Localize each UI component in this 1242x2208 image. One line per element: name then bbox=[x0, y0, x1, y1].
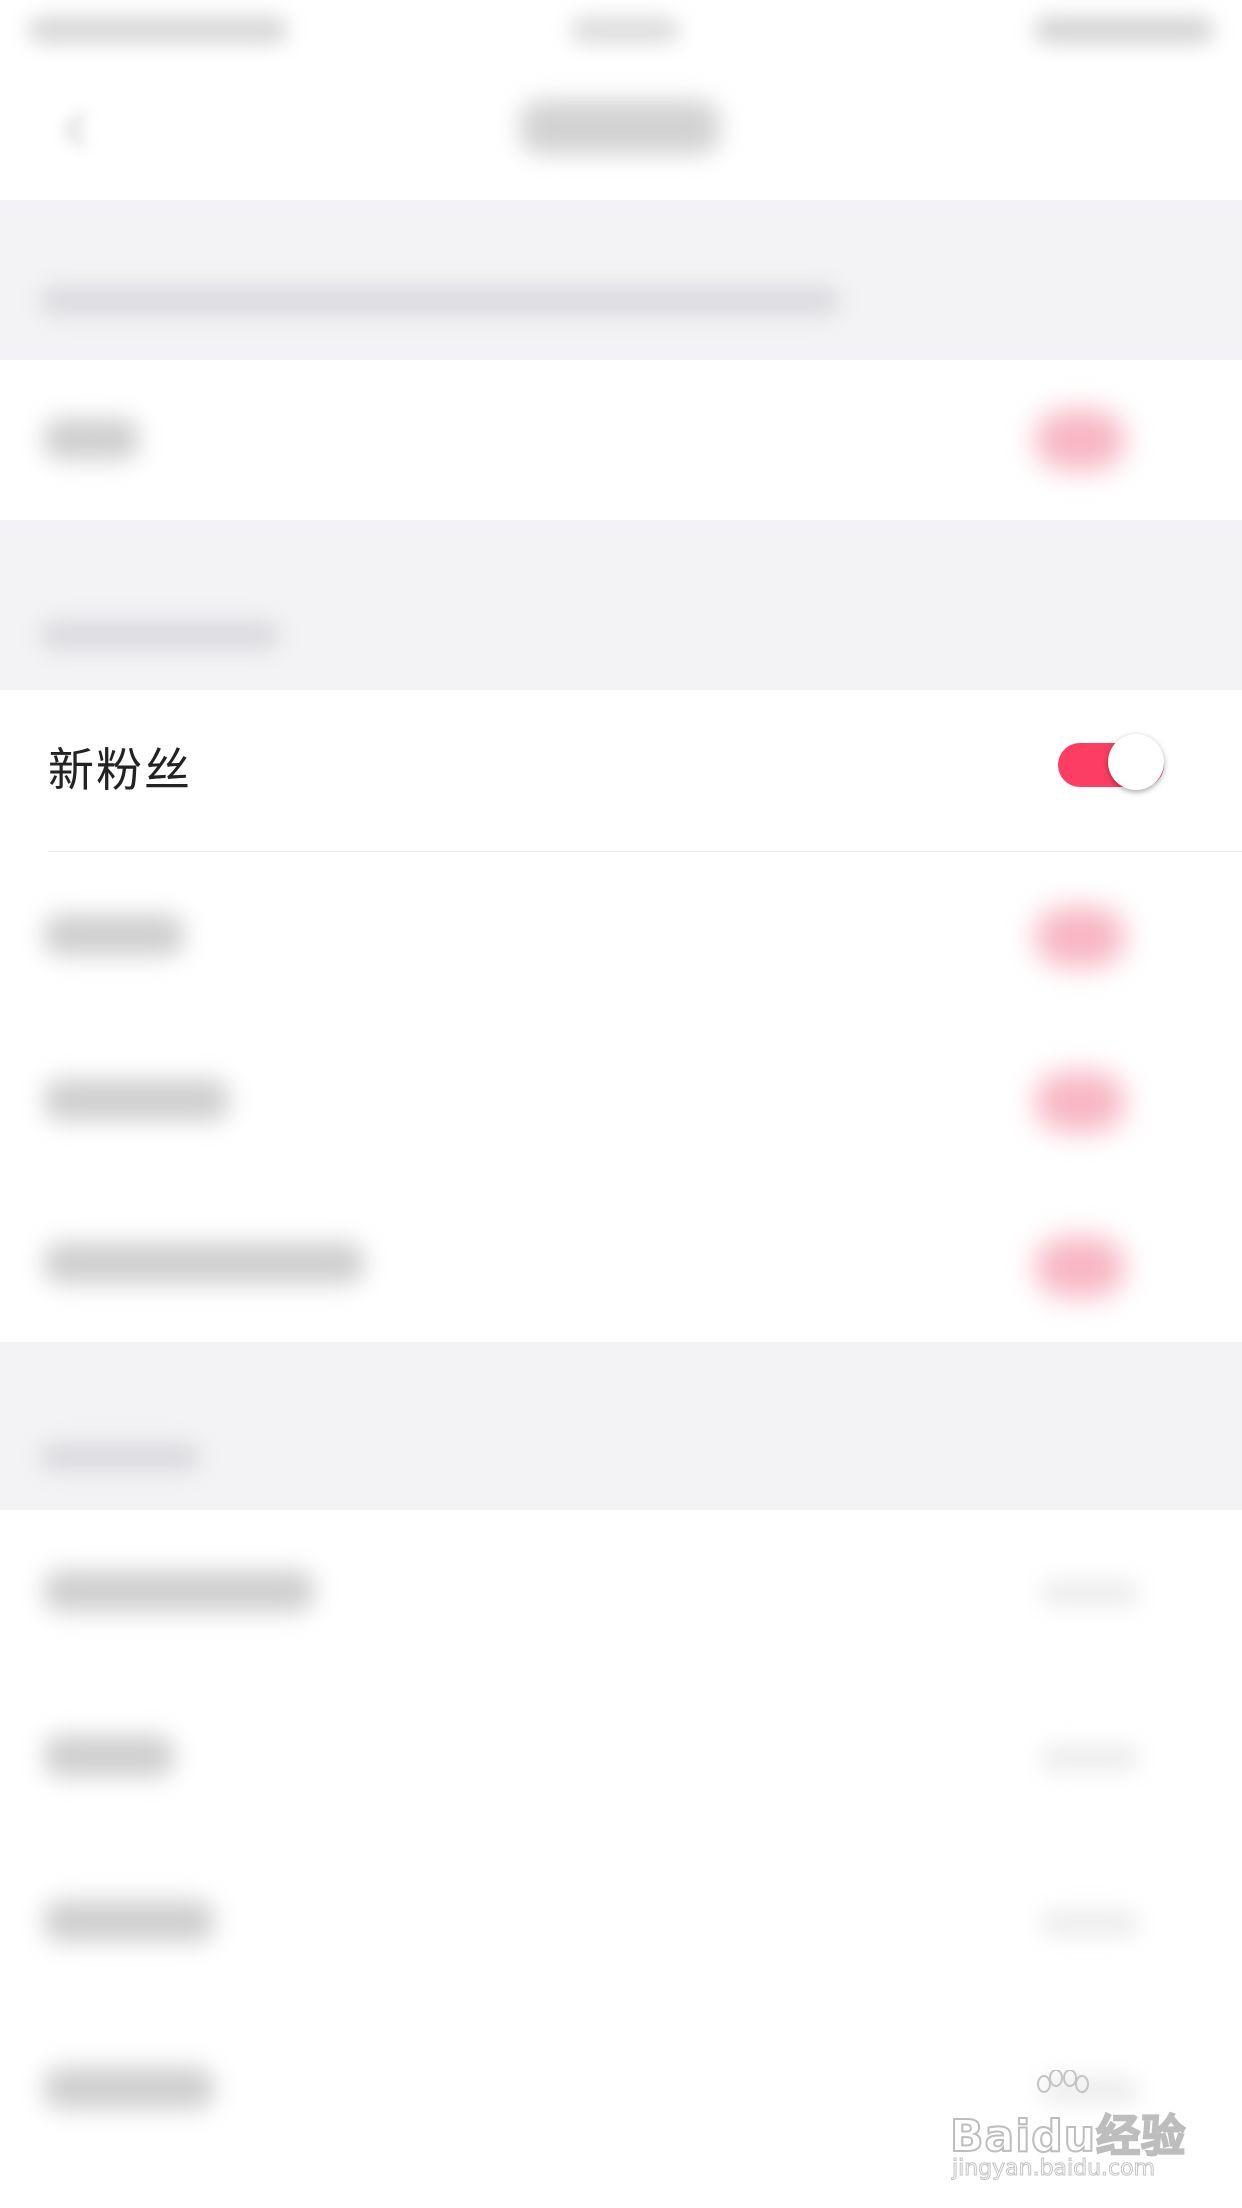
setting-row-label bbox=[44, 1079, 229, 1121]
baidu-jingyan-watermark: Baidu经验 jingyan.baidu.com bbox=[949, 2070, 1200, 2190]
setting-row-label bbox=[44, 418, 139, 460]
setting-row-new-followers[interactable]: 新粉丝 bbox=[0, 690, 1242, 852]
setting-row-label bbox=[44, 2067, 214, 2109]
watermark-logo: Baidu经验 bbox=[949, 2110, 1187, 2163]
status-bar-time bbox=[570, 16, 680, 44]
status-bar-battery bbox=[1034, 16, 1214, 44]
setting-row[interactable] bbox=[0, 1840, 1242, 2005]
setting-row[interactable] bbox=[0, 1510, 1242, 1675]
divider bbox=[48, 851, 1242, 852]
setting-toggle[interactable] bbox=[1035, 410, 1125, 470]
setting-row-label bbox=[44, 1735, 174, 1777]
setting-row-value bbox=[1040, 1908, 1140, 1938]
toggle-knob[interactable] bbox=[1108, 734, 1164, 790]
watermark-url: jingyan.baidu.com bbox=[951, 2156, 1156, 2182]
setting-toggle[interactable] bbox=[1035, 1237, 1125, 1297]
section-header bbox=[0, 520, 1242, 690]
setting-row[interactable] bbox=[0, 1017, 1242, 1182]
setting-row[interactable] bbox=[0, 360, 1242, 520]
section-header bbox=[0, 1342, 1242, 1510]
setting-toggle[interactable] bbox=[1035, 1072, 1125, 1132]
setting-row-label bbox=[44, 1570, 314, 1612]
section-header bbox=[0, 200, 1242, 360]
setting-row-label bbox=[44, 914, 184, 956]
setting-row-label bbox=[44, 1242, 364, 1284]
chevron-left-icon[interactable] bbox=[58, 110, 98, 150]
status-bar bbox=[0, 0, 1242, 60]
navigation-bar bbox=[0, 60, 1242, 200]
setting-row-value bbox=[1040, 1743, 1140, 1773]
page-title bbox=[520, 100, 720, 154]
status-bar-carrier bbox=[28, 16, 288, 44]
setting-row[interactable] bbox=[0, 1182, 1242, 1342]
setting-row[interactable] bbox=[0, 1675, 1242, 1840]
setting-row-label: 新粉丝 bbox=[48, 743, 192, 797]
setting-row-label bbox=[44, 1900, 214, 1942]
setting-row-value bbox=[1040, 1578, 1140, 1608]
setting-row[interactable] bbox=[0, 852, 1242, 1017]
setting-toggle[interactable] bbox=[1035, 907, 1125, 967]
